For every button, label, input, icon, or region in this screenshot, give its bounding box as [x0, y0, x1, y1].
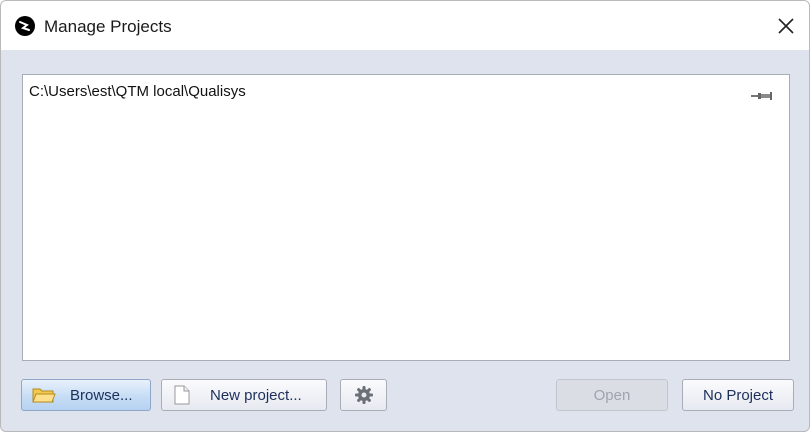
project-list-item[interactable]: C:\Users\est\QTM local\Qualisys: [29, 82, 783, 102]
open-button[interactable]: Open: [556, 379, 668, 411]
project-path: C:\Users\est\QTM local\Qualisys: [29, 83, 246, 100]
qualisys-logo-icon: [15, 16, 35, 36]
no-project-button[interactable]: No Project: [682, 379, 794, 411]
browse-button[interactable]: Browse...: [21, 379, 151, 411]
project-list[interactable]: C:\Users\est\QTM local\Qualisys: [22, 74, 790, 361]
new-project-button[interactable]: New project...: [161, 379, 327, 411]
settings-button[interactable]: [340, 379, 387, 411]
gear-icon: [354, 386, 373, 404]
folder-icon: [32, 388, 56, 403]
title-bar: Manage Projects: [1, 1, 809, 50]
new-project-button-label: New project...: [210, 386, 302, 404]
manage-projects-dialog: Manage Projects C:\Users\est\QTM local\Q…: [0, 0, 810, 432]
close-icon: [778, 17, 794, 34]
dialog-title: Manage Projects: [44, 17, 172, 36]
document-icon: [174, 385, 190, 405]
pin-icon[interactable]: [751, 90, 773, 102]
browse-button-label: Browse...: [70, 386, 133, 404]
no-project-button-label: No Project: [702, 386, 774, 404]
open-button-label: Open: [593, 386, 631, 404]
close-button[interactable]: [763, 1, 809, 50]
